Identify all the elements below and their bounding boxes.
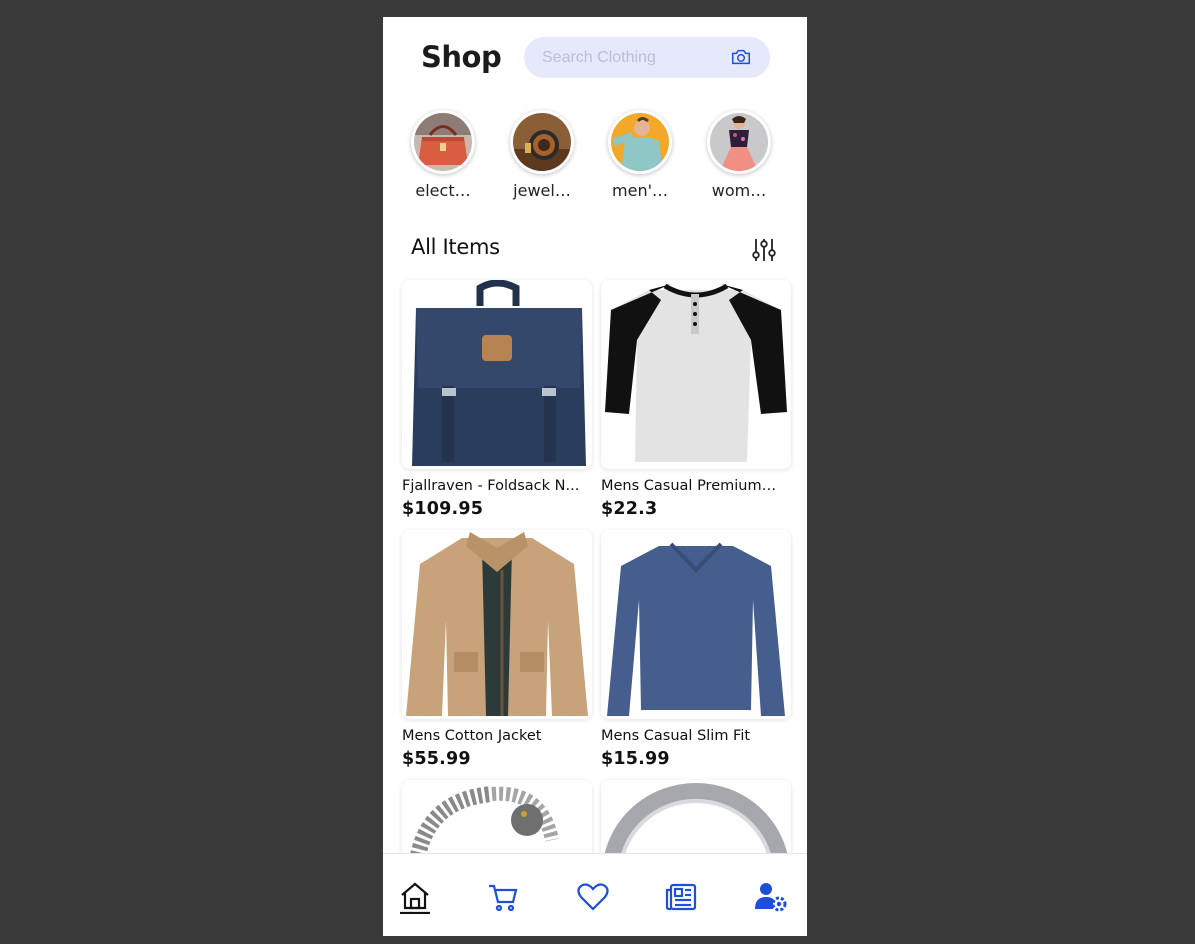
product-name: Mens Cotton Jacket [402, 728, 542, 744]
category-label: jewel… [513, 181, 571, 200]
cart-icon[interactable] [486, 880, 520, 914]
camera-icon[interactable] [730, 46, 752, 68]
product-price: $55.99 [402, 749, 471, 769]
bottom-navigation [383, 853, 807, 936]
category-label: wom… [711, 181, 767, 200]
user-settings-icon[interactable] [753, 880, 787, 914]
sliders-icon[interactable] [750, 236, 778, 264]
product-image-jacket[interactable] [402, 530, 592, 719]
category-image [411, 110, 475, 174]
product-name: Mens Casual Slim Fit [601, 728, 751, 744]
category-list: elect… jewel… men'… wom… [383, 109, 807, 205]
product-name: Fjallraven - Foldsack N... [402, 478, 580, 494]
category-item[interactable]: elect… [401, 109, 481, 205]
search-bar[interactable] [524, 37, 770, 78]
section-title: All Items [411, 235, 500, 259]
news-icon[interactable] [664, 880, 698, 914]
category-item[interactable]: men'… [598, 109, 678, 205]
category-image [510, 110, 574, 174]
search-input[interactable] [540, 46, 724, 70]
header: Shop [383, 17, 807, 101]
category-image [608, 110, 672, 174]
page-title: Shop [421, 40, 502, 74]
category-item[interactable]: wom… [697, 109, 777, 205]
category-image [707, 110, 771, 174]
category-label: men'… [612, 181, 668, 200]
heart-icon[interactable] [576, 880, 610, 914]
product-price: $109.95 [402, 499, 484, 519]
product-price: $22.3 [601, 499, 658, 519]
product-image-long-sleeve-shirt[interactable] [601, 530, 791, 719]
product-image-backpack[interactable] [402, 280, 592, 469]
product-name: Mens Casual Premium ... [601, 478, 779, 494]
category-item[interactable]: jewel… [500, 109, 580, 205]
product-price: $15.99 [601, 749, 670, 769]
home-icon[interactable] [398, 880, 432, 914]
product-image-raglan-tshirt[interactable] [601, 280, 791, 469]
category-label: elect… [415, 181, 471, 200]
app-screen: Shop Search Clothing elect… jewel… men'…… [383, 17, 807, 936]
